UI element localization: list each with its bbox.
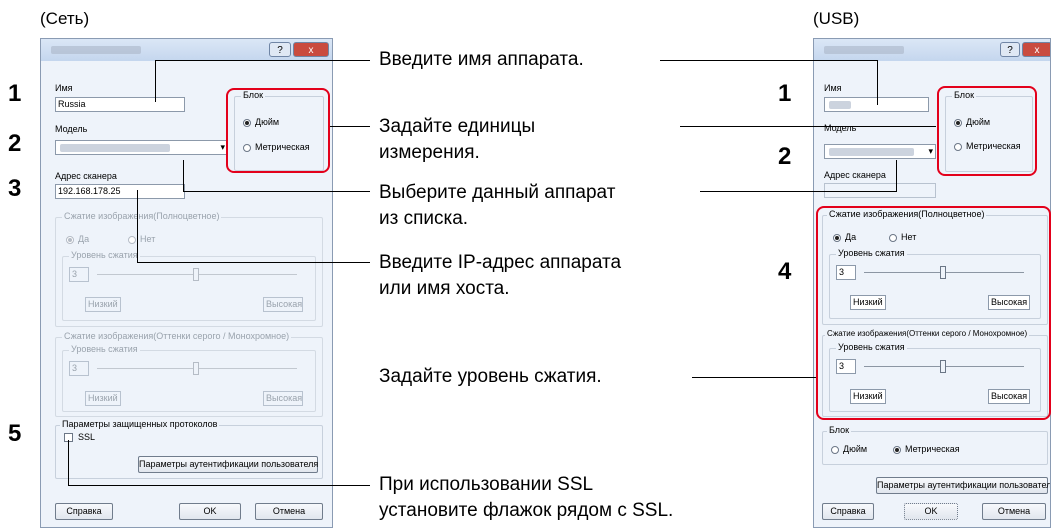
annotation-select-line2: из списка. [379,208,469,229]
callout-ssl-line [68,485,370,486]
compress-yes-radio[interactable] [66,236,74,244]
usb-unit2-inch-label: Дюйм [843,444,868,454]
ok-button[interactable]: OK [179,503,241,520]
secure-protocols-group: Параметры защищенных протоколов SSL Пара… [55,419,323,479]
close-icon[interactable]: x [293,42,329,57]
annotation-ip-line2: или имя хоста. [379,278,510,299]
usb-help-button[interactable]: Справка [822,503,874,520]
compress-no-radio[interactable] [128,236,136,244]
annotation-enter-name: Введите имя аппарата. [379,49,584,70]
usb-unit-group-2: Блок Дюйм Метрическая [822,425,1048,465]
annotation-units-line2: измерения. [379,142,480,163]
callout-select-usb [700,191,897,192]
cancel-button[interactable]: Отмена [255,503,323,520]
usb-close-icon[interactable]: x [1022,42,1050,57]
callout-select-line [183,191,370,192]
callout-ssl-line-v [68,440,69,485]
usb-unit2-metric-label: Метрическая [905,444,960,454]
net-unit-highlight [226,88,330,173]
callout-compression-line [692,377,816,378]
help-button[interactable]: Справка [55,503,113,520]
callout-units-usb [680,126,936,127]
callout-name-line [155,60,370,61]
high-label: Высокая [263,297,303,312]
annotation-units-line1: Задайте единицы [379,116,536,137]
color-compression-title: Сжатие изображения(Полноцветное) [62,211,222,221]
step-number-4-usb: 4 [778,258,792,285]
callout-ip-line-v [137,190,138,262]
callout-select-usb-v [896,160,897,191]
gray-high-label: Высокая [263,391,303,406]
gray-level-group: Уровень сжатия 3 Низкий Высокая [62,344,316,412]
usb-cancel-button[interactable]: Отмена [982,503,1046,520]
step-number-1-usb: 1 [778,80,792,107]
usb-unit-highlight [937,86,1037,176]
gray-compression-title: Сжатие изображения(Оттенки серого / Моно… [62,331,292,341]
model-select[interactable]: ▾ [55,140,228,155]
user-auth-settings-button[interactable]: Параметры аутентификации пользователя [138,456,318,473]
level-group: Уровень сжатия 3 Низкий Высокая [62,250,316,321]
callout-units-line [330,126,370,127]
usb-user-auth-settings-button[interactable]: Параметры аутентификации пользователя [876,477,1050,494]
usb-caption: (USB) [813,9,860,28]
step-number-3: 3 [8,175,22,202]
gray-level-slider-thumb[interactable] [193,362,199,375]
compress-no-label: Нет [140,234,156,244]
usb-compression-highlight [816,206,1051,420]
gray-level-value-field[interactable]: 3 [69,361,89,376]
model-label: Модель [55,124,88,134]
callout-name-line-v [155,60,156,102]
callout-name-usb [660,60,878,61]
annotation-select-line1: Выберите данный аппарат [379,182,616,203]
low-label: Низкий [85,297,121,312]
help-title-button[interactable]: ? [269,42,291,57]
scanner-address-input[interactable]: 192.168.178.25 [55,184,185,199]
compress-yes-label: Да [78,234,90,244]
usb-model-select[interactable]: ▾ [824,144,936,159]
usb-dialog-title-bar: ? x [814,39,1050,61]
usb-help-title-button[interactable]: ? [1000,42,1020,57]
color-compression-group: Сжатие изображения(Полноцветное) Да Нет … [55,211,323,327]
level-value-field[interactable]: 3 [69,267,89,282]
usb-name-label: Имя [824,83,842,93]
gray-low-label: Низкий [85,391,121,406]
usb-unit2-inch-radio[interactable] [831,446,839,454]
scanner-address-label: Адрес сканера [55,171,117,181]
usb-model-label: Модель [824,123,857,133]
callout-select-line-v [183,160,184,191]
name-label: Имя [55,83,73,93]
step-number-5: 5 [8,420,22,447]
usb-unit-group-2-title: Блок [827,425,852,435]
gray-compression-group: Сжатие изображения(Оттенки серого / Моно… [55,331,323,417]
callout-name-usb-v [877,60,878,105]
gray-level-title: Уровень сжатия [69,344,140,354]
name-input[interactable]: Russia [55,97,185,112]
usb-unit2-metric-radio[interactable] [893,446,901,454]
dialog-title-bar: ? x [41,39,332,61]
step-number-2: 2 [8,130,22,157]
callout-ip-line [137,262,370,263]
ssl-label: SSL [78,432,96,442]
annotation-ip-line1: Введите IP-адрес аппарата [379,252,622,273]
step-number-2-usb: 2 [778,143,792,170]
annotation-compression: Задайте уровень сжатия. [379,366,602,387]
step-number-1: 1 [8,80,22,107]
usb-scanner-address-label: Адрес сканера [824,170,886,180]
usb-chevron-down-icon: ▾ [928,146,933,156]
network-caption: (Сеть) [40,9,90,28]
level-slider-thumb[interactable] [193,268,199,281]
usb-ok-button[interactable]: OK [904,503,958,520]
annotation-ssl-line2: установите флажок рядом с SSL. [379,500,674,521]
secure-protocols-title: Параметры защищенных протоколов [60,419,220,429]
level-group-title: Уровень сжатия [69,250,140,260]
annotation-ssl-line1: При использовании SSL [379,474,594,495]
chevron-down-icon: ▾ [220,142,225,152]
